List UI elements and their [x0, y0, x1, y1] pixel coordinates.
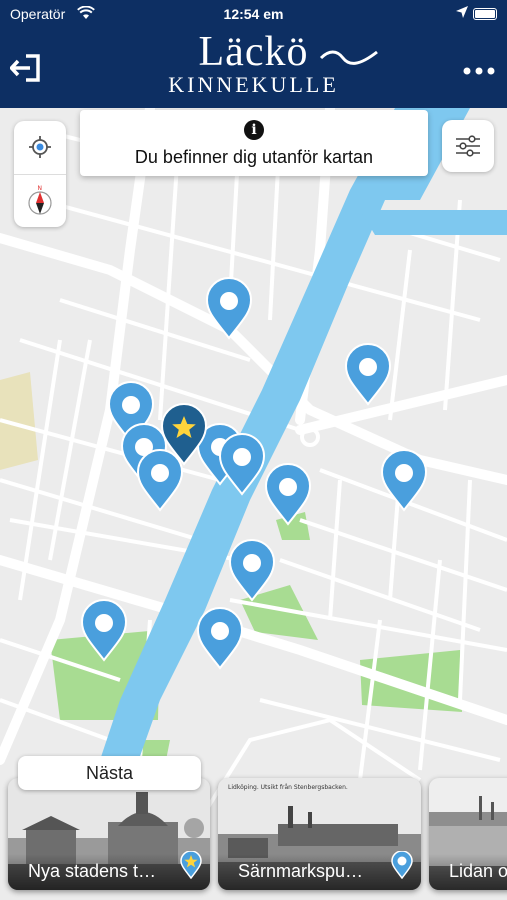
card-title: Nya stadens t…	[28, 861, 157, 881]
app-logo: Läckö KINNEKULLE	[0, 30, 507, 96]
logo-subtitle: KINNEKULLE	[168, 72, 339, 97]
info-message: Du befinner dig utanför kartan	[134, 147, 374, 167]
next-button[interactable]: Nästa	[18, 756, 201, 790]
map-pin[interactable]	[264, 462, 312, 526]
logo-wave	[319, 50, 378, 65]
map-pin[interactable]	[344, 342, 392, 406]
svg-text:N: N	[38, 185, 43, 192]
card-title: Lidan o	[449, 861, 507, 881]
map-controls: N	[14, 121, 66, 227]
info-icon: i	[244, 120, 264, 140]
filter-icon	[456, 135, 480, 157]
locate-button[interactable]	[14, 121, 66, 173]
compass-icon: N	[28, 185, 52, 215]
card-title: Särnmarkspu…	[238, 861, 364, 881]
map-pin[interactable]	[218, 432, 266, 496]
map-pin[interactable]	[80, 598, 128, 662]
map-pin[interactable]	[205, 276, 253, 340]
photo-caption: Lidköping. Utsikt från Stenbergsbacken.	[228, 784, 348, 791]
pin-icon	[391, 850, 413, 884]
logo-title: Läckö	[198, 29, 309, 75]
map-pin[interactable]	[196, 606, 244, 670]
poi-card-3[interactable]: Lidan o	[429, 778, 507, 890]
map-pin[interactable]	[228, 538, 276, 602]
status-time: 12:54 em	[223, 6, 284, 22]
location-arrow-icon	[455, 5, 469, 22]
more-button[interactable]	[463, 56, 495, 76]
battery-icon	[473, 8, 497, 20]
star-pin-icon	[180, 850, 202, 884]
filter-button[interactable]	[442, 120, 494, 172]
poi-card-1[interactable]: Nya stadens t…	[8, 778, 210, 890]
compass-button[interactable]: N	[14, 175, 66, 227]
locate-icon	[29, 136, 51, 158]
map-pin-selected[interactable]	[160, 402, 208, 466]
map-pin[interactable]	[380, 448, 428, 512]
status-bar: Operatör 12:54 em	[0, 0, 507, 28]
map-info-banner: i Du befinner dig utanför kartan	[80, 110, 428, 176]
more-icon	[463, 67, 495, 75]
app-header: Operatör 12:54 em Läckö KINNEKULLE	[0, 0, 507, 108]
poi-card-2[interactable]: Lidköping. Utsikt från Stenbergsbacken. …	[218, 778, 421, 890]
